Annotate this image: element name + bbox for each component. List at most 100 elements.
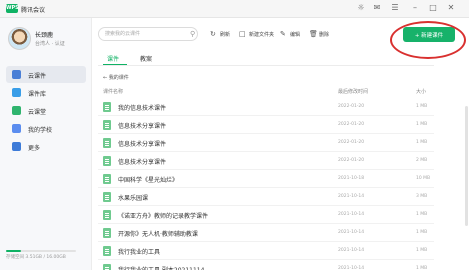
file-row[interactable]: 信息技术分享课件 2022-01-20 1 MB [98, 116, 434, 134]
document-icon [103, 174, 111, 184]
file-size: 1 MB [416, 230, 428, 235]
file-date: 2022-01-20 [338, 122, 365, 127]
document-icon [103, 192, 111, 202]
file-size: 1 MB [416, 248, 428, 253]
title-bar: WPS 腾讯会议 ☼ ✉ ☰ – □ ✕ [0, 0, 469, 18]
file-name: 信息技术分享课件 [118, 159, 167, 166]
classroom-icon [12, 106, 21, 115]
user-name[interactable]: 长颈鹿 [35, 30, 53, 39]
file-size: 10 MB [416, 176, 431, 181]
wifi-icon [12, 88, 21, 97]
app-title: 腾讯会议 [21, 7, 46, 14]
file-name: 我的信息技术课件 [118, 105, 167, 112]
storage-bar [6, 250, 76, 252]
sidebar-item-school[interactable]: 我的学校 [6, 120, 86, 137]
column-header-name[interactable]: 课件名称 [103, 88, 123, 95]
tab-lesson-plan[interactable]: 教案 [140, 54, 152, 63]
document-icon [103, 102, 111, 112]
search-input[interactable] [98, 27, 198, 41]
file-size: 1 MB [416, 212, 428, 217]
file-size: 1 MB [416, 266, 428, 270]
maximize-icon[interactable]: □ [428, 3, 438, 13]
trash-icon: 🗑 [309, 30, 318, 38]
main-panel: ⚲ ↻ 刷新 □ 新建文件夹 ✎ 编辑 🗑 删除 + 新建课件 课件 教案 ← … [93, 18, 469, 270]
file-size: 2 MB [416, 158, 428, 163]
user-subtitle: 台湾人 · 认证 [35, 41, 65, 47]
skin-icon[interactable]: ☼ [356, 3, 366, 13]
menu-icon[interactable]: ☰ [390, 3, 400, 13]
minimize-icon[interactable]: – [410, 3, 420, 13]
file-name: 开源你》无人机·教师辅助教课 [118, 231, 198, 238]
file-size: 1 MB [416, 104, 428, 109]
file-date: 2022-01-20 [338, 140, 365, 145]
file-row[interactable]: 我的信息技术课件 2022-01-20 1 MB [98, 98, 434, 116]
file-name: 我行我业的工具 [118, 249, 161, 256]
mail-icon[interactable]: ✉ [372, 3, 382, 13]
column-header-modified[interactable]: 最后修改时间 [338, 88, 368, 95]
document-icon [103, 210, 111, 220]
sidebar-item-classroom[interactable]: 云课堂 [6, 102, 86, 119]
close-icon[interactable]: ✕ [446, 3, 456, 13]
document-icon [103, 120, 111, 130]
file-row[interactable]: 开源你》无人机·教师辅助教课 2021-10-14 1 MB [98, 224, 434, 242]
file-date: 2021-10-14 [338, 266, 365, 270]
file-size: 3 MB [416, 194, 428, 199]
tab-courseware[interactable]: 课件 [107, 54, 119, 63]
sidebar-item-label: 我的学校 [28, 127, 53, 134]
file-row[interactable]: 我行我业的工具 副本20211114 2021-10-14 1 MB [98, 260, 434, 270]
file-date: 2022-01-20 [338, 104, 365, 109]
file-row[interactable]: 信息技术分享课件 2022-01-20 2 MB [98, 152, 434, 170]
sidebar: 长颈鹿 台湾人 · 认证 云课件 课件库 云课堂 我的学校 更多 存储空间 3.… [0, 18, 92, 270]
file-date: 2021-10-14 [338, 230, 365, 235]
storage-text: 存储空间 3.51GB / 16.00GB [6, 255, 66, 260]
sidebar-item-label: 云课件 [28, 73, 47, 80]
sidebar-item-label: 云课堂 [28, 109, 47, 116]
file-date: 2022-01-20 [338, 158, 365, 163]
breadcrumb[interactable]: ← 我的课件 [103, 74, 129, 81]
sidebar-item-label: 更多 [28, 145, 41, 152]
refresh-icon: ↻ [210, 30, 216, 38]
new-folder-label: 新建文件夹 [249, 32, 275, 38]
file-row[interactable]: 《诺亚方舟》教师的记录教学课件 2021-10-14 1 MB [98, 206, 434, 224]
file-name: 信息技术分享课件 [118, 123, 167, 130]
scrollbar[interactable] [465, 106, 468, 226]
sidebar-item-more[interactable]: 更多 [6, 138, 86, 155]
document-icon [103, 138, 111, 148]
document-icon [103, 264, 111, 270]
refresh-label: 刷新 [220, 32, 231, 38]
file-name: 水果乐园课 [118, 195, 149, 202]
file-size: 1 MB [416, 122, 428, 127]
storage-fill [6, 250, 22, 252]
sidebar-item-library[interactable]: 课件库 [6, 84, 86, 101]
search-icon[interactable]: ⚲ [190, 30, 195, 38]
file-name: 《诺亚方舟》教师的记录教学课件 [118, 213, 209, 220]
file-row[interactable]: 我行我业的工具 2021-10-14 1 MB [98, 242, 434, 260]
document-icon [103, 156, 111, 166]
sidebar-item-label: 课件库 [28, 91, 47, 98]
file-size: 1 MB [416, 140, 428, 145]
folder-plus-icon: □ [239, 30, 246, 38]
file-date: 2021-10-14 [338, 212, 365, 217]
file-date: 2021-10-18 [338, 176, 365, 181]
file-name: 信息技术分享课件 [118, 141, 167, 148]
edit-label: 编辑 [290, 32, 301, 38]
school-icon [12, 124, 21, 133]
delete-label: 删除 [319, 32, 330, 38]
new-courseware-button[interactable]: + 新建课件 [403, 27, 455, 42]
file-name: 我行我业的工具 副本20211114 [118, 265, 204, 270]
document-icon [103, 228, 111, 238]
file-row[interactable]: 信息技术分享课件 2022-01-20 1 MB [98, 134, 434, 152]
file-row[interactable]: 水果乐园课 2021-10-14 3 MB [98, 188, 434, 206]
file-row[interactable]: 中国科学《星光灿烂》 2021-10-18 10 MB [98, 170, 434, 188]
edit-icon: ✎ [280, 30, 286, 38]
file-date: 2021-10-14 [338, 248, 365, 253]
column-header-size[interactable]: 大小 [416, 88, 426, 95]
document-icon [103, 246, 111, 256]
more-icon [12, 142, 21, 151]
file-date: 2021-10-14 [338, 194, 365, 199]
tabs-divider [98, 65, 434, 66]
cloud-icon [12, 70, 21, 79]
app-logo: WPS [6, 4, 19, 13]
avatar[interactable] [8, 27, 31, 50]
sidebar-item-cloud-courseware[interactable]: 云课件 [6, 66, 86, 83]
